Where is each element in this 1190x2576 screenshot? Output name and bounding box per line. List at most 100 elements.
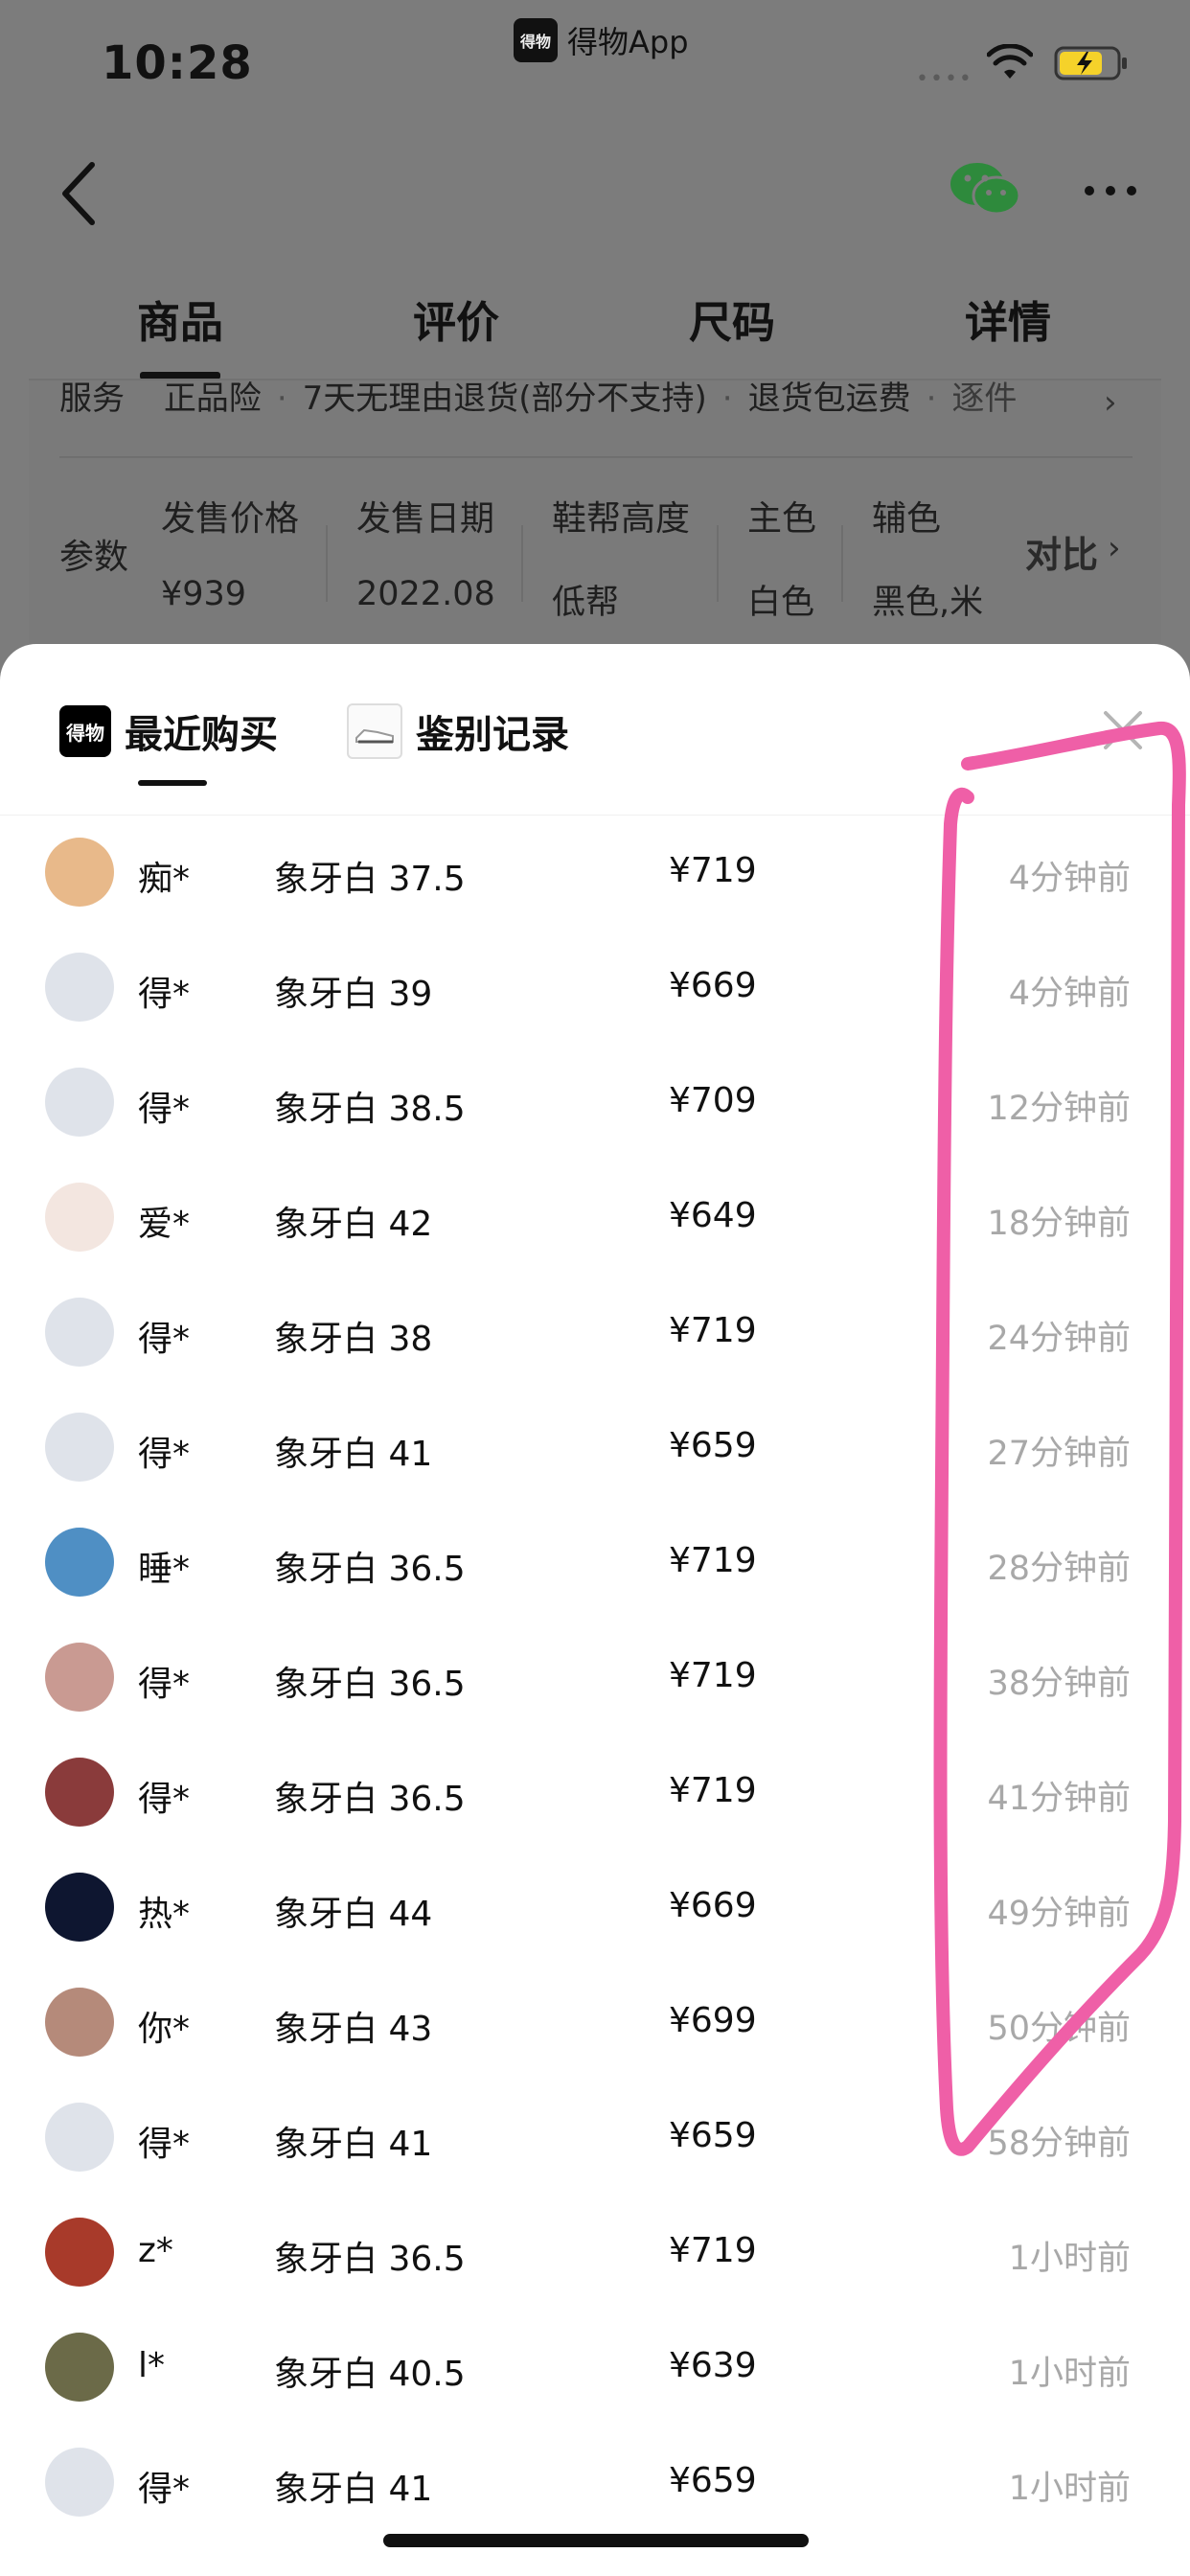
tab-reviews[interactable]: 评价 <box>413 288 499 350</box>
tab-details[interactable]: 详情 <box>965 288 1051 350</box>
service-item: 正品险 <box>163 380 262 418</box>
app-badge-icon: 得物 <box>514 18 558 62</box>
list-item[interactable]: 爱* 象牙白 42 ¥649 18分钟前 <box>0 1160 1190 1275</box>
tab-auth-label: 鉴别记录 <box>416 713 569 757</box>
buyer-name: 得* <box>138 1320 191 1359</box>
product-tabs: 商品 评价 尺码 详情 <box>0 288 1190 383</box>
purchase-price: ¥699 <box>669 2001 757 2040</box>
purchase-time: 28分钟前 <box>987 1550 1131 1588</box>
signal-icon: •••• <box>916 67 973 91</box>
clock: 10:28 <box>102 36 253 90</box>
purchase-time: 4分钟前 <box>1008 975 1131 1013</box>
param-main-color: 主色 白色 <box>747 499 817 622</box>
avatar <box>45 1413 114 1482</box>
tab-product[interactable]: 商品 <box>137 288 223 350</box>
wifi-icon <box>987 44 1033 79</box>
buyer-name: 痴* <box>138 860 191 899</box>
back-icon[interactable] <box>56 159 102 228</box>
purchase-price: ¥719 <box>669 1656 757 1695</box>
purchase-spec: 象牙白 36.5 <box>274 1550 466 1589</box>
service-row[interactable]: 服务 正品险 · 7天无理由退货(部分不支持) · 退货包运费 · 逐件 <box>59 372 1017 419</box>
purchase-time: 4分钟前 <box>1008 860 1131 898</box>
param-release-price: 发售价格 ¥939 <box>161 499 300 613</box>
avatar <box>45 1873 114 1942</box>
tab-recent-purchases[interactable]: 得物 最近购买 <box>59 703 278 759</box>
buyer-name: 你* <box>138 2010 191 2049</box>
list-item[interactable]: 得* 象牙白 41 ¥659 58分钟前 <box>0 2080 1190 2195</box>
purchase-price: ¥659 <box>669 2116 757 2155</box>
recent-purchases-sheet: 得物 最近购买 鉴别记录 痴* 象牙白 37.5 ¥719 4分钟前 得* 象牙白 39 ¥… <box>0 644 1190 2576</box>
wechat-share-icon[interactable] <box>949 159 1021 218</box>
close-icon[interactable] <box>1100 707 1146 753</box>
list-item[interactable]: 痴* 象牙白 37.5 ¥719 4分钟前 <box>0 815 1190 930</box>
list-item[interactable]: 得* 象牙白 36.5 ¥719 41分钟前 <box>0 1735 1190 1850</box>
list-item[interactable]: 得* 象牙白 39 ¥669 4分钟前 <box>0 930 1190 1045</box>
list-item[interactable]: 热* 象牙白 44 ¥669 49分钟前 <box>0 1850 1190 1965</box>
purchase-spec: 象牙白 39 <box>274 975 433 1014</box>
service-item: 7天无理由退货(部分不支持) <box>302 380 707 418</box>
chevron-right-icon[interactable]: › <box>1108 529 1121 567</box>
purchase-spec: 象牙白 37.5 <box>274 860 466 899</box>
purchase-price: ¥659 <box>669 2461 757 2500</box>
more-icon[interactable] <box>1083 184 1138 197</box>
purchase-price: ¥719 <box>669 1311 757 1350</box>
purchase-price: ¥719 <box>669 851 757 890</box>
tab-underline <box>138 780 207 786</box>
buyer-name: 得* <box>138 2125 191 2164</box>
list-item[interactable]: 睡* 象牙白 36.5 ¥719 28分钟前 <box>0 1505 1190 1620</box>
avatar <box>45 1183 114 1252</box>
purchase-spec: 象牙白 38.5 <box>274 1090 466 1129</box>
purchase-time: 58分钟前 <box>987 2125 1131 2163</box>
purchase-spec: 象牙白 38 <box>274 1320 433 1359</box>
buyer-name: l* <box>138 2346 166 2385</box>
buyer-name: 得* <box>138 1435 191 1474</box>
buyer-name: z* <box>138 2231 173 2270</box>
params-label: 参数 <box>59 538 129 577</box>
list-item[interactable]: 得* 象牙白 41 ¥659 27分钟前 <box>0 1390 1190 1505</box>
status-bar: 10:28 得物 得物App •••• <box>0 0 1190 134</box>
service-item: 逐件 <box>951 380 1018 418</box>
purchase-price: ¥719 <box>669 1771 757 1810</box>
purchase-spec: 象牙白 41 <box>274 2125 433 2164</box>
purchase-list: 痴* 象牙白 37.5 ¥719 4分钟前 得* 象牙白 39 ¥669 4分钟前 得* 象牙白 … <box>0 815 1190 2540</box>
purchase-time: 50分钟前 <box>987 2010 1131 2048</box>
purchase-spec: 象牙白 42 <box>274 1205 433 1244</box>
divider <box>717 525 719 602</box>
list-item[interactable]: 得* 象牙白 36.5 ¥719 38分钟前 <box>0 1620 1190 1735</box>
tab-authentication-records[interactable]: 鉴别记录 <box>347 703 569 759</box>
list-item[interactable]: l* 象牙白 40.5 ¥639 1小时前 <box>0 2310 1190 2425</box>
tab-recent-label: 最近购买 <box>125 713 278 757</box>
avatar <box>45 1643 114 1712</box>
purchase-time: 18分钟前 <box>987 1205 1131 1243</box>
purchase-spec: 象牙白 36.5 <box>274 1665 466 1704</box>
buyer-name: 睡* <box>138 1550 191 1589</box>
compare-button[interactable]: 对比 <box>1025 525 1098 578</box>
list-item[interactable]: z* 象牙白 36.5 ¥719 1小时前 <box>0 2195 1190 2310</box>
battery-icon <box>1054 46 1127 80</box>
divider <box>841 525 843 602</box>
chevron-right-icon[interactable]: › <box>1104 383 1117 422</box>
list-item[interactable]: 得* 象牙白 38 ¥719 24分钟前 <box>0 1275 1190 1390</box>
purchase-spec: 象牙白 40.5 <box>274 2355 466 2394</box>
list-item[interactable]: 得* 象牙白 38.5 ¥709 12分钟前 <box>0 1045 1190 1160</box>
avatar <box>45 1298 114 1367</box>
avatar <box>45 1068 114 1137</box>
buyer-name: 得* <box>138 2470 191 2509</box>
list-item[interactable]: 得* 象牙白 41 ¥659 1小时前 <box>0 2425 1190 2540</box>
dewu-logo-icon: 得物 <box>59 705 111 757</box>
avatar <box>45 953 114 1022</box>
buyer-name: 热* <box>138 1895 191 1934</box>
avatar <box>45 1528 114 1597</box>
home-indicator <box>383 2534 809 2547</box>
purchase-price: ¥719 <box>669 2231 757 2270</box>
divider <box>59 456 1133 458</box>
param-upper-height: 鞋帮高度 低帮 <box>552 499 691 622</box>
buyer-name: 得* <box>138 975 191 1014</box>
purchase-spec: 象牙白 44 <box>274 1895 433 1934</box>
purchase-price: ¥659 <box>669 1426 757 1465</box>
tab-size[interactable]: 尺码 <box>689 288 775 350</box>
list-item[interactable]: 你* 象牙白 43 ¥699 50分钟前 <box>0 1965 1190 2080</box>
service-label: 服务 <box>59 380 125 418</box>
avatar <box>45 2218 114 2287</box>
purchase-time: 1小时前 <box>1008 2470 1131 2508</box>
